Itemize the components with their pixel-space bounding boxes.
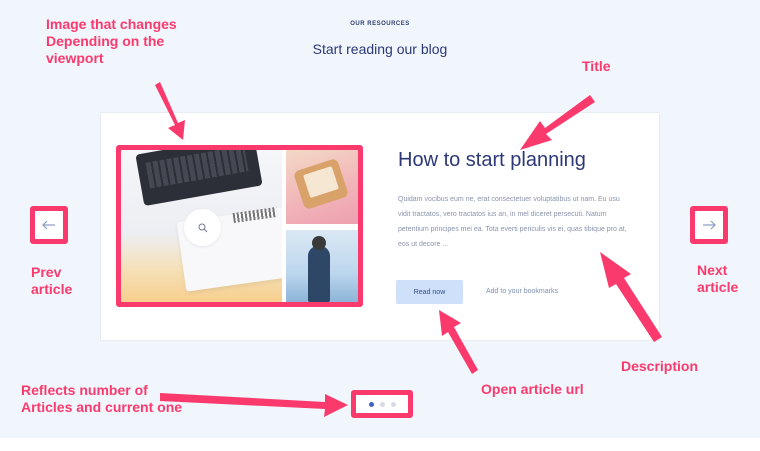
read-now-button[interactable]: Read now — [396, 280, 463, 304]
annotation-pagination: Reflects number of Articles and current … — [21, 382, 183, 415]
zoom-image-button[interactable] — [184, 209, 221, 246]
article-side-photo-top — [286, 150, 358, 224]
person-head-shape — [312, 236, 326, 250]
annotation-title: Title — [582, 58, 611, 74]
prev-article-button[interactable] — [30, 206, 68, 244]
article-title[interactable]: How to start planning — [398, 149, 648, 172]
annotation-open-url: Open article url — [481, 381, 584, 397]
pagination-dot[interactable] — [390, 401, 396, 407]
annotation-image: Image that changes Depending on the view… — [46, 16, 177, 66]
page-bottom-strip — [0, 438, 760, 451]
annotation-prev: Prev article — [31, 264, 73, 297]
arrow-left-icon — [42, 220, 55, 230]
article-side-photo-bottom — [286, 230, 358, 302]
person-shape — [308, 246, 330, 302]
pagination-dot[interactable] — [379, 401, 385, 407]
pagination-dot-active[interactable] — [368, 401, 374, 407]
carousel-pagination — [351, 390, 413, 418]
next-article-button[interactable] — [690, 206, 728, 244]
arrow-right-icon — [703, 220, 716, 230]
annotation-next: Next article — [697, 262, 739, 295]
annotation-description: Description — [621, 358, 699, 374]
article-main-photo — [121, 150, 282, 302]
article-image-highlight — [116, 145, 363, 307]
article-description: Quidam vocibus eum ne, erat consectetuer… — [398, 196, 627, 248]
search-icon — [198, 223, 207, 232]
add-bookmark-link[interactable]: Add to your bookmarks — [486, 288, 558, 295]
